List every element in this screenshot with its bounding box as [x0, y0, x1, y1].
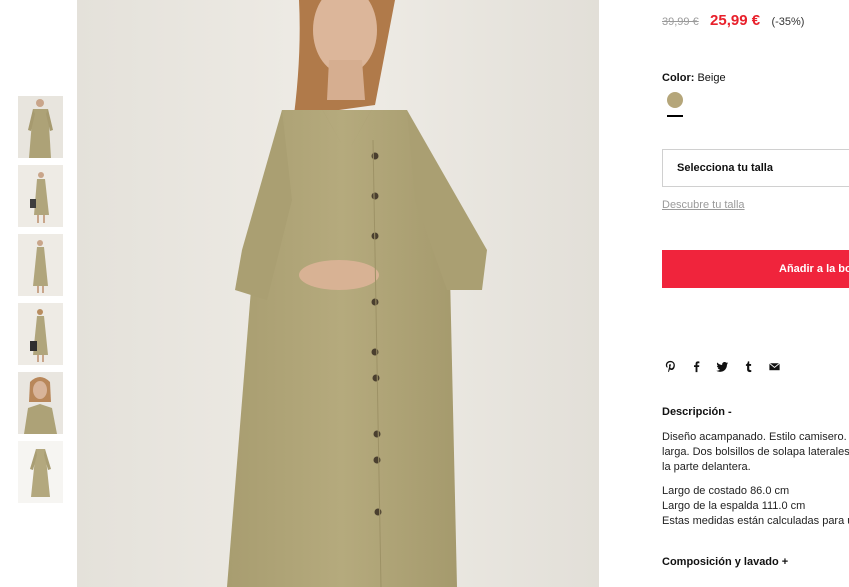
tumblr-icon[interactable] [742, 360, 755, 373]
facebook-icon[interactable] [690, 360, 703, 373]
pinterest-icon[interactable] [664, 360, 677, 373]
thumbnail-3[interactable] [18, 234, 63, 296]
size-select-label: Selecciona tu talla [677, 162, 773, 174]
description-line: la parte delantera. [662, 461, 751, 473]
thumbnail-list [18, 96, 63, 510]
thumbnail-6[interactable] [18, 441, 63, 503]
thumbnail-5[interactable] [18, 372, 63, 434]
add-to-bag-button[interactable]: Añadir a la bolsa [662, 250, 849, 288]
thumbnail-4-image [18, 303, 63, 365]
color-row: Color: Beige [662, 72, 726, 84]
thumbnail-1[interactable] [18, 96, 63, 158]
description-line: Diseño acampanado. Estilo camisero. Mang… [662, 431, 849, 443]
description-paragraph-1: Diseño acampanado. Estilo camisero. Mang… [662, 430, 849, 475]
thumbnail-3-image [18, 234, 63, 296]
product-info-panel: 39,99 € 25,99 € (-35%) Color: Beige Sele… [662, 0, 849, 587]
size-guide-link[interactable]: Descubre tu talla [662, 199, 745, 211]
discount-badge: (-35%) [771, 16, 805, 28]
description-line: larga. Dos bolsillos de solapa laterales… [662, 446, 849, 458]
thumbnail-5-image [18, 372, 63, 434]
thumbnail-4[interactable] [18, 303, 63, 365]
thumbnail-1-image [18, 96, 63, 158]
thumbnail-2-image [18, 165, 63, 227]
product-main-image[interactable] [77, 0, 599, 587]
measurement-line: Largo de la espalda 111.0 cm [662, 500, 806, 512]
color-swatch-beige[interactable] [667, 92, 683, 108]
product-photo [77, 0, 599, 587]
selected-swatch-indicator [667, 115, 683, 117]
color-value: Beige [697, 72, 726, 84]
composition-toggle[interactable]: Composición y lavado + [662, 556, 788, 568]
twitter-icon[interactable] [716, 360, 729, 373]
thumbnail-6-image [18, 441, 63, 503]
mail-icon[interactable] [768, 360, 781, 373]
description-paragraph-2: Largo de costado 86.0 cm Largo de la esp… [662, 484, 849, 529]
measurement-line: Largo de costado 86.0 cm [662, 485, 790, 497]
original-price: 39,99 € [662, 16, 699, 28]
share-icons [664, 360, 794, 373]
price-row: 39,99 € 25,99 € (-35%) [662, 12, 804, 29]
color-label: Color: [662, 72, 695, 84]
measurement-line: Estas medidas están calculadas para una … [662, 515, 849, 527]
description-text: Diseño acampanado. Estilo camisero. Mang… [662, 430, 849, 538]
thumbnail-2[interactable] [18, 165, 63, 227]
sale-price: 25,99 € [710, 12, 761, 29]
description-toggle[interactable]: Descripción - [662, 406, 732, 418]
size-select[interactable]: Selecciona tu talla [662, 149, 849, 187]
